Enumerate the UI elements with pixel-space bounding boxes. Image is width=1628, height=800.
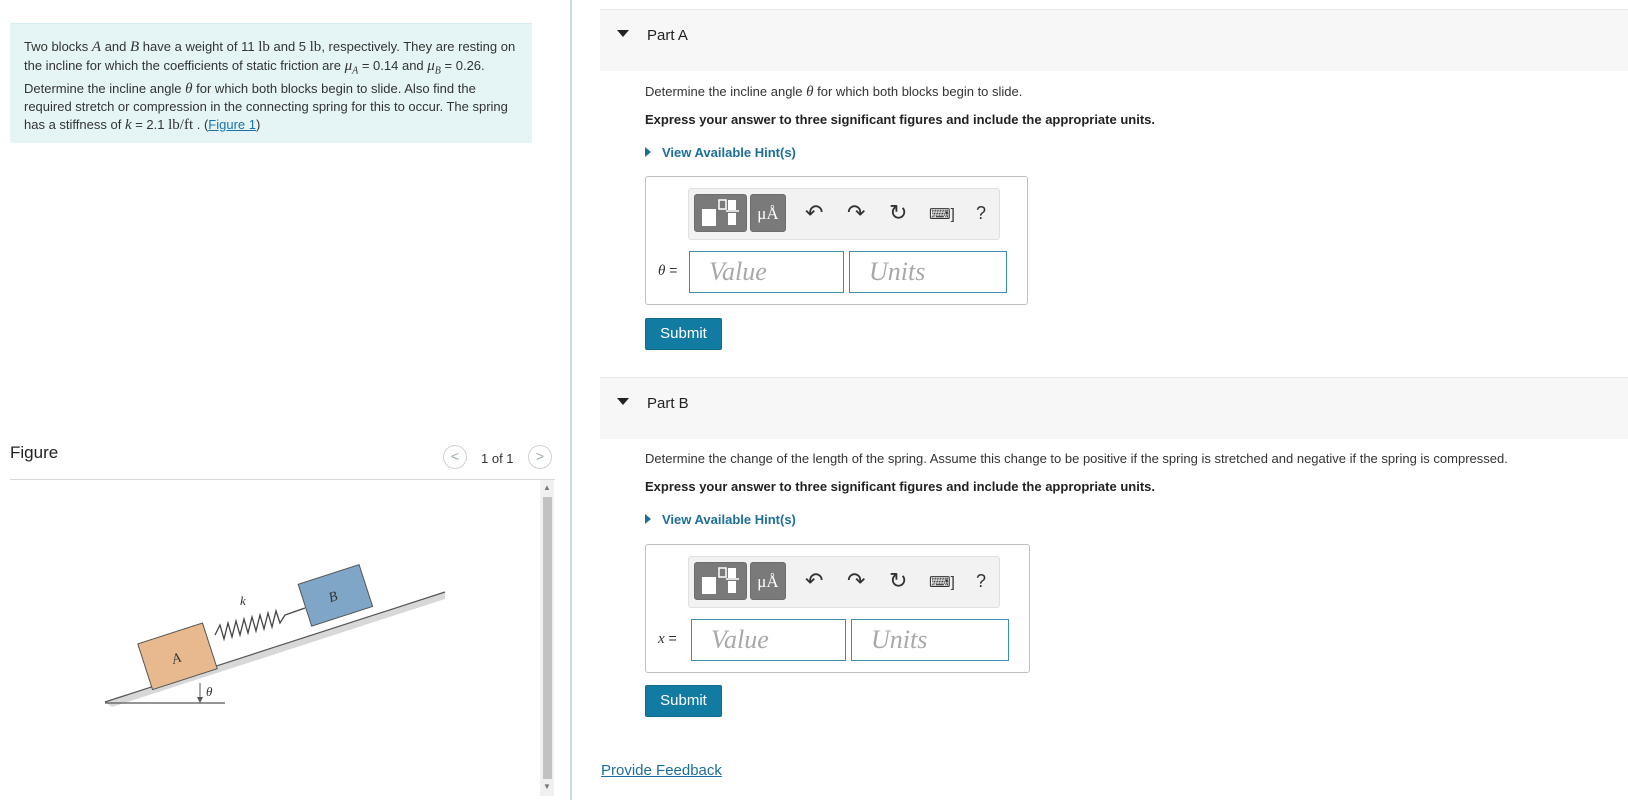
block-B: B <box>297 563 374 627</box>
scroll-down-arrow-icon[interactable]: ▼ <box>541 781 553 793</box>
part-a-variable-label: θ = <box>658 262 677 280</box>
problem-statement: Two blocks A and B have a weight of 11 l… <box>10 23 532 143</box>
templates-icon <box>702 199 739 226</box>
variable-symbol: x <box>658 631 665 647</box>
part-b-answer-box: μÅ ↶ ↷ ↻ ⌨] ? x = Value Units <box>645 544 1030 673</box>
part-b-hints-toggle[interactable]: View Available Hint(s) <box>645 512 796 527</box>
equals-sign: = <box>664 630 677 646</box>
help-icon[interactable]: ? <box>976 569 986 593</box>
figure-scrollbar-thumb[interactable] <box>543 497 552 779</box>
spring-label-k: k <box>240 593 246 608</box>
part-b-submit-button[interactable]: Submit <box>645 685 722 717</box>
expand-caret-icon <box>645 514 651 524</box>
angle-arrow-icon <box>197 697 203 703</box>
problem-text: = 0.14 and <box>358 57 428 73</box>
part-a-header[interactable]: Part A <box>600 9 1628 71</box>
figure-prev-button[interactable]: < <box>443 445 467 469</box>
part-a-units-input[interactable]: Units <box>849 251 1007 293</box>
part-b-question: Determine the change of the length of th… <box>645 451 1508 466</box>
help-icon[interactable]: ? <box>976 201 986 225</box>
hint-label: View Available Hint(s) <box>662 145 796 160</box>
templates-button[interactable] <box>694 194 747 232</box>
spring-icon <box>214 607 306 642</box>
symbol-mu: μ <box>344 57 353 74</box>
question-text: Determine the incline angle <box>645 84 807 99</box>
keyboard-icon[interactable]: ⌨] <box>929 203 955 227</box>
symbol-k: k <box>124 116 132 133</box>
collapse-caret-icon[interactable] <box>617 398 629 405</box>
part-a-value-input[interactable]: Value <box>689 251 844 293</box>
figure-title: Figure <box>10 443 59 462</box>
part-b-header[interactable]: Part B <box>600 377 1628 439</box>
reset-icon[interactable]: ↻ <box>889 201 907 225</box>
templates-icon <box>702 567 739 594</box>
problem-text: . ( <box>193 116 209 132</box>
symbol-A: A <box>91 39 102 55</box>
problem-text: have a weight of 11 <box>139 39 259 54</box>
problem-text: and <box>101 39 131 54</box>
part-a-instruction: Express your answer to three significant… <box>645 112 1155 127</box>
reset-icon[interactable]: ↻ <box>889 569 907 593</box>
equals-sign: = <box>665 262 678 278</box>
unit-lb: lb <box>309 39 322 55</box>
part-b-instruction: Express your answer to three significant… <box>645 479 1155 494</box>
panel-divider <box>570 0 572 800</box>
collapse-caret-icon[interactable] <box>617 30 629 37</box>
symbol-mu: μ <box>427 57 435 74</box>
theta-label: θ <box>206 684 213 699</box>
redo-icon[interactable]: ↷ <box>847 569 865 593</box>
figure-divider <box>10 479 555 480</box>
problem-text: and 5 <box>269 39 310 54</box>
problem-text: = 2.1 <box>131 116 169 132</box>
symbols-button[interactable]: μÅ <box>750 194 786 232</box>
incline-figure: θ A k B <box>104 563 446 707</box>
part-b-variable-label: x = <box>658 630 677 648</box>
part-a-question: Determine the incline angle θ for which … <box>645 84 1022 101</box>
symbol-theta: θ <box>806 84 814 100</box>
symbols-button[interactable]: μÅ <box>750 562 786 600</box>
math-toolbar: μÅ ↶ ↷ ↻ ⌨] ? <box>688 556 1000 608</box>
figure-next-button[interactable]: > <box>528 445 552 469</box>
symbol-B: B <box>130 39 140 55</box>
part-a-title: Part A <box>647 27 688 44</box>
part-b-value-input[interactable]: Value <box>691 619 846 661</box>
undo-icon[interactable]: ↶ <box>805 569 823 593</box>
math-toolbar: μÅ ↶ ↷ ↻ ⌨] ? <box>688 188 1000 240</box>
unit-lb-per-ft: lb/ft <box>168 116 194 133</box>
question-text: Determine the change of the length of th… <box>645 451 1508 466</box>
redo-icon[interactable]: ↷ <box>847 201 865 225</box>
figure-link[interactable]: Figure 1 <box>208 117 256 132</box>
problem-text: Two blocks <box>24 39 92 54</box>
problem-text: ) <box>255 116 261 132</box>
part-a-hints-toggle[interactable]: View Available Hint(s) <box>645 145 796 160</box>
part-a-answer-box: μÅ ↶ ↷ ↻ ⌨] ? θ = Value Units <box>645 176 1028 305</box>
part-a-submit-button[interactable]: Submit <box>645 318 722 350</box>
undo-icon[interactable]: ↶ <box>805 201 823 225</box>
templates-button[interactable] <box>694 562 747 600</box>
provide-feedback-link[interactable]: Provide Feedback <box>601 762 722 779</box>
block-A: A <box>137 622 218 691</box>
part-b-units-input[interactable]: Units <box>851 619 1009 661</box>
symbol-theta: θ <box>185 80 193 97</box>
part-b-title: Part B <box>647 395 689 412</box>
expand-caret-icon <box>645 147 651 157</box>
hint-label: View Available Hint(s) <box>662 512 796 527</box>
keyboard-icon[interactable]: ⌨] <box>929 571 955 595</box>
unit-lb: lb <box>258 39 270 55</box>
question-text: for which both blocks begin to slide. <box>813 84 1023 99</box>
scroll-up-arrow-icon[interactable]: ▲ <box>541 482 553 494</box>
figure-page-count: 1 of 1 <box>481 451 514 466</box>
